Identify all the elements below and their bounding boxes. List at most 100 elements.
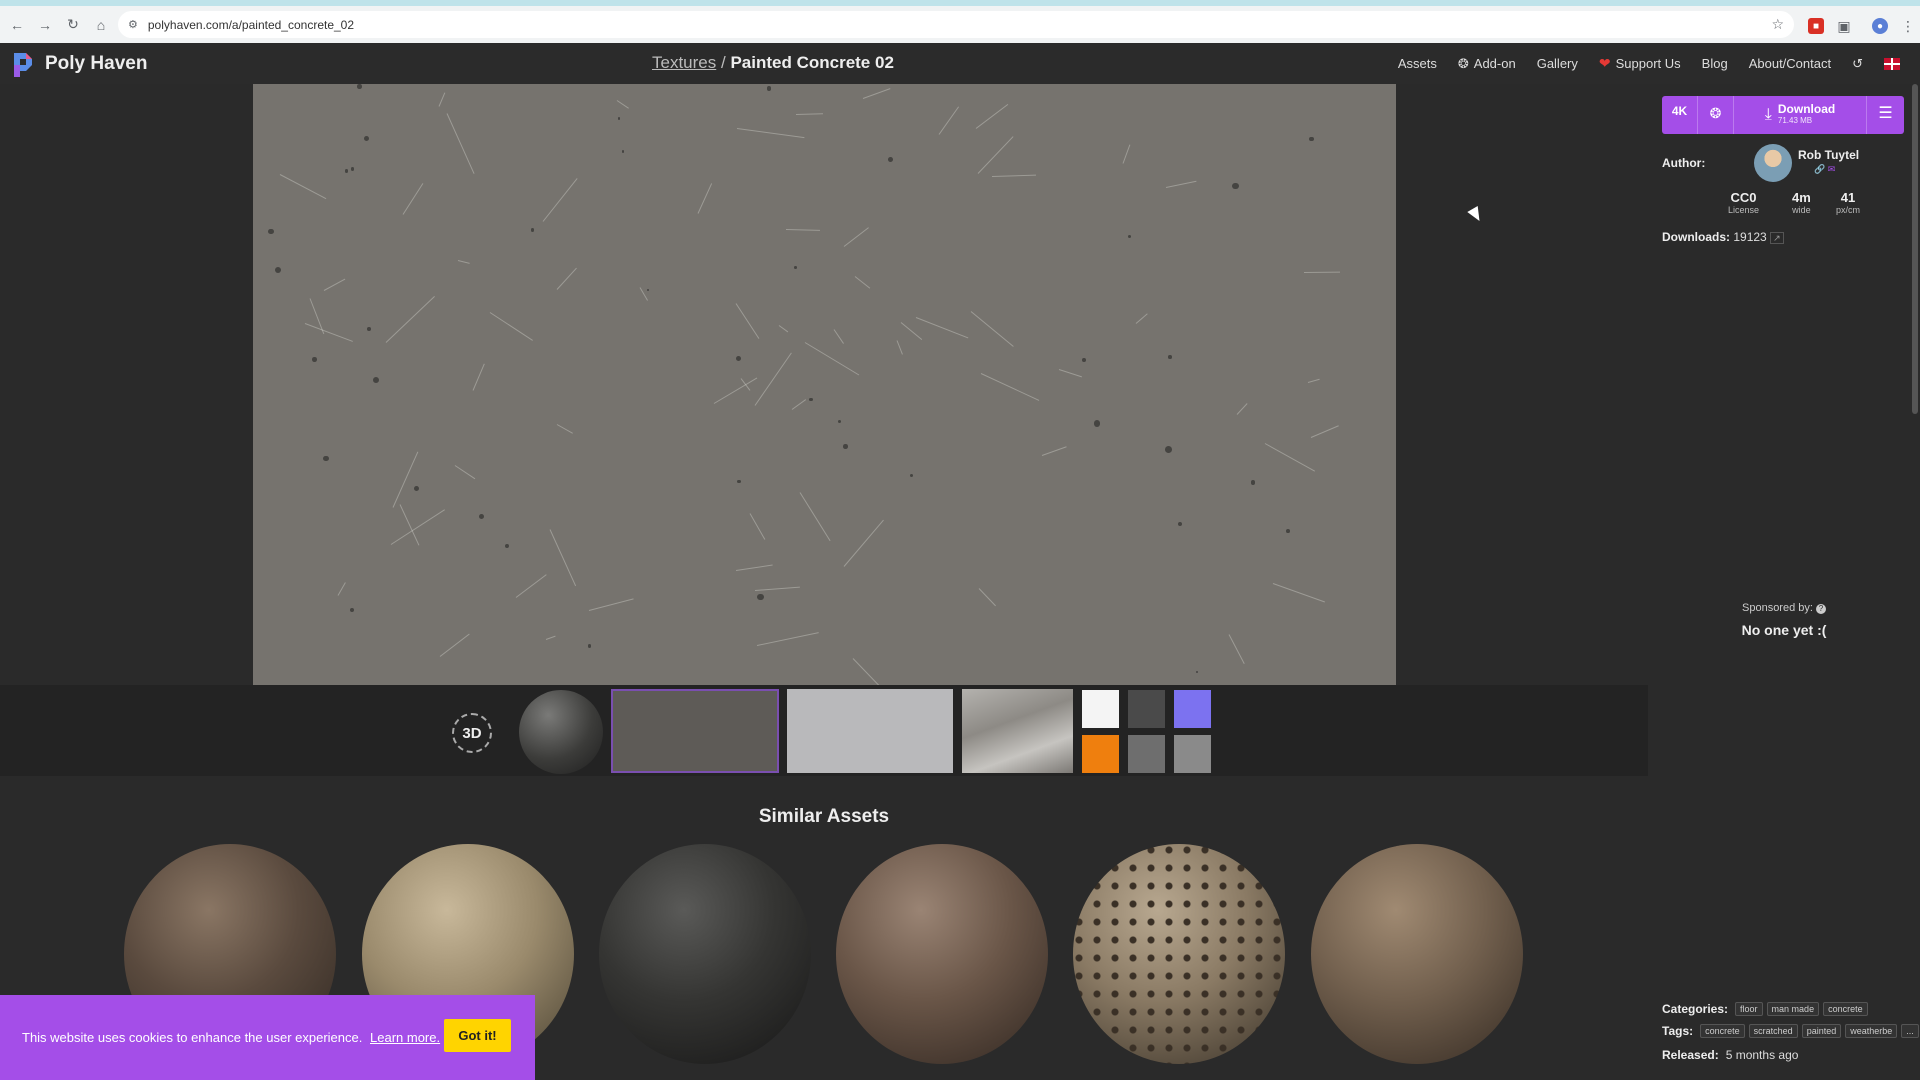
breadcrumb-textures-link[interactable]: Textures bbox=[652, 53, 716, 72]
cookie-accept-button[interactable]: Got it! bbox=[444, 1019, 511, 1052]
tag-chip[interactable]: weatherbe bbox=[1845, 1024, 1898, 1038]
tag-chip[interactable]: painted bbox=[1801, 1024, 1842, 1038]
texture-scratch bbox=[1236, 402, 1248, 415]
nav-addon[interactable]: ❂ Add-on bbox=[1458, 56, 1516, 72]
texture-preview[interactable] bbox=[253, 84, 1396, 685]
nav-support[interactable]: ❤ Support Us bbox=[1599, 55, 1681, 72]
similar-asset-sphere[interactable] bbox=[599, 844, 811, 1064]
category-tag[interactable]: floor bbox=[1735, 1002, 1763, 1016]
texture-scratch bbox=[805, 341, 860, 375]
help-icon[interactable]: ? bbox=[1816, 604, 1826, 614]
texture-scratch bbox=[735, 564, 773, 572]
asset-stat-value: CC0 bbox=[1730, 190, 1757, 205]
released-label: Released: bbox=[1662, 1048, 1719, 1062]
texture-scratch bbox=[556, 267, 577, 290]
map-swatch[interactable] bbox=[1128, 690, 1165, 728]
texture-pit bbox=[793, 266, 797, 270]
texture-scratch bbox=[1058, 369, 1082, 378]
texture-scratch bbox=[588, 598, 634, 612]
texture-pit bbox=[843, 443, 849, 449]
texture-scratch bbox=[792, 399, 807, 411]
format-select-blender-icon[interactable]: ❂ bbox=[1698, 96, 1734, 134]
page-title: Painted Concrete 02 bbox=[730, 53, 894, 72]
similar-asset-sphere[interactable] bbox=[1073, 844, 1285, 1064]
texture-scratch bbox=[1228, 634, 1245, 664]
brand-name[interactable]: Poly Haven bbox=[45, 53, 147, 75]
poly-haven-logo-icon[interactable] bbox=[12, 51, 34, 77]
tags-more-button[interactable]: ... bbox=[1901, 1024, 1919, 1038]
author-avatar[interactable] bbox=[1754, 144, 1792, 182]
home-icon[interactable]: ⌂ bbox=[88, 12, 114, 38]
language-flag-icon[interactable] bbox=[1884, 57, 1900, 70]
thumb-roughness-map[interactable] bbox=[787, 689, 953, 773]
resolution-select[interactable]: 4K bbox=[1662, 96, 1698, 134]
texture-scratch bbox=[916, 317, 969, 339]
nav-gallery[interactable]: Gallery bbox=[1537, 56, 1578, 71]
thumb-diffuse-map[interactable] bbox=[611, 689, 779, 773]
extension-red-icon[interactable]: ■ bbox=[1808, 18, 1824, 34]
address-bar[interactable]: ⚙ polyhaven.com/a/painted_concrete_02 ☆ bbox=[118, 11, 1794, 38]
texture-scratch bbox=[1308, 379, 1321, 384]
reload-icon[interactable]: ↻ bbox=[60, 12, 86, 38]
similar-asset-sphere[interactable] bbox=[1311, 844, 1523, 1064]
extensions-puzzle-icon[interactable]: ▣ bbox=[1836, 18, 1852, 34]
texture-scratch bbox=[489, 312, 533, 342]
cookie-learn-more-link[interactable]: Learn more. bbox=[370, 1030, 440, 1045]
downloads-graph-icon[interactable]: ↗ bbox=[1770, 232, 1784, 244]
texture-scratch bbox=[543, 178, 578, 223]
texture-pit bbox=[344, 168, 349, 173]
texture-scratch bbox=[1135, 313, 1148, 324]
category-tag[interactable]: man made bbox=[1766, 1002, 1820, 1016]
texture-scratch bbox=[1310, 425, 1339, 439]
thumb-sphere-preview[interactable] bbox=[519, 690, 603, 774]
thumb-render-preview[interactable] bbox=[962, 689, 1073, 773]
texture-scratch bbox=[980, 373, 1040, 402]
browser-menu-icon[interactable]: ⋮ bbox=[1900, 18, 1916, 34]
map-swatch[interactable] bbox=[1082, 735, 1119, 773]
texture-pit bbox=[909, 473, 913, 477]
nav-blog[interactable]: Blog bbox=[1702, 56, 1728, 71]
url-text: polyhaven.com/a/painted_concrete_02 bbox=[147, 17, 355, 32]
released-value: 5 months ago bbox=[1725, 1048, 1799, 1062]
texture-pit bbox=[888, 157, 893, 162]
tag-chip[interactable]: scratched bbox=[1748, 1024, 1798, 1038]
texture-scratch bbox=[546, 635, 557, 640]
map-swatch[interactable] bbox=[1174, 735, 1211, 773]
similar-asset-sphere[interactable] bbox=[836, 844, 1048, 1064]
texture-scratch bbox=[737, 127, 806, 138]
nav-assets[interactable]: Assets bbox=[1398, 56, 1437, 71]
texture-scratch bbox=[843, 227, 869, 247]
texture-scratch bbox=[852, 658, 887, 685]
downloads-value: 19123 bbox=[1733, 230, 1767, 244]
site-info-icon[interactable]: ⚙ bbox=[128, 18, 138, 31]
mouse-cursor bbox=[1467, 205, 1485, 225]
map-swatch[interactable] bbox=[1174, 690, 1211, 728]
texture-pit bbox=[1167, 355, 1172, 359]
texture-scratch bbox=[305, 323, 354, 342]
map-swatch[interactable] bbox=[1128, 735, 1165, 773]
back-icon[interactable]: ← bbox=[4, 12, 30, 38]
texture-pit bbox=[364, 136, 370, 142]
author-name[interactable]: Rob Tuytel bbox=[1798, 148, 1859, 162]
login-icon[interactable]: ↺ bbox=[1852, 56, 1863, 72]
map-swatch[interactable] bbox=[1082, 690, 1119, 728]
texture-scratch bbox=[754, 352, 792, 406]
forward-icon[interactable]: → bbox=[32, 12, 58, 38]
profile-avatar-icon[interactable]: ● bbox=[1872, 18, 1888, 34]
download-button[interactable]: ⤓ Download 71.43 MB bbox=[1734, 103, 1866, 126]
texture-pit bbox=[323, 455, 329, 462]
nav-about[interactable]: About/Contact bbox=[1749, 56, 1831, 71]
page-scrollbar[interactable] bbox=[1912, 84, 1918, 414]
texture-scratch bbox=[1041, 445, 1067, 456]
author-link-icons[interactable]: 🔗 ✉ bbox=[1814, 164, 1835, 175]
download-menu-icon[interactable]: ☰ bbox=[1866, 96, 1904, 134]
cookie-message: This website uses cookies to enhance the… bbox=[22, 1030, 440, 1045]
texture-scratch bbox=[455, 465, 476, 480]
3d-view-button[interactable]: 3D bbox=[452, 713, 492, 753]
tag-chip[interactable]: concrete bbox=[1700, 1024, 1745, 1038]
bookmark-star-icon[interactable]: ☆ bbox=[1771, 16, 1784, 33]
categories-row: Categories: floor man made concrete bbox=[1662, 1002, 1868, 1016]
category-tag[interactable]: concrete bbox=[1823, 1002, 1868, 1016]
similar-assets-title: Similar Assets bbox=[758, 806, 890, 827]
cookie-message-text: This website uses cookies to enhance the… bbox=[22, 1030, 363, 1045]
